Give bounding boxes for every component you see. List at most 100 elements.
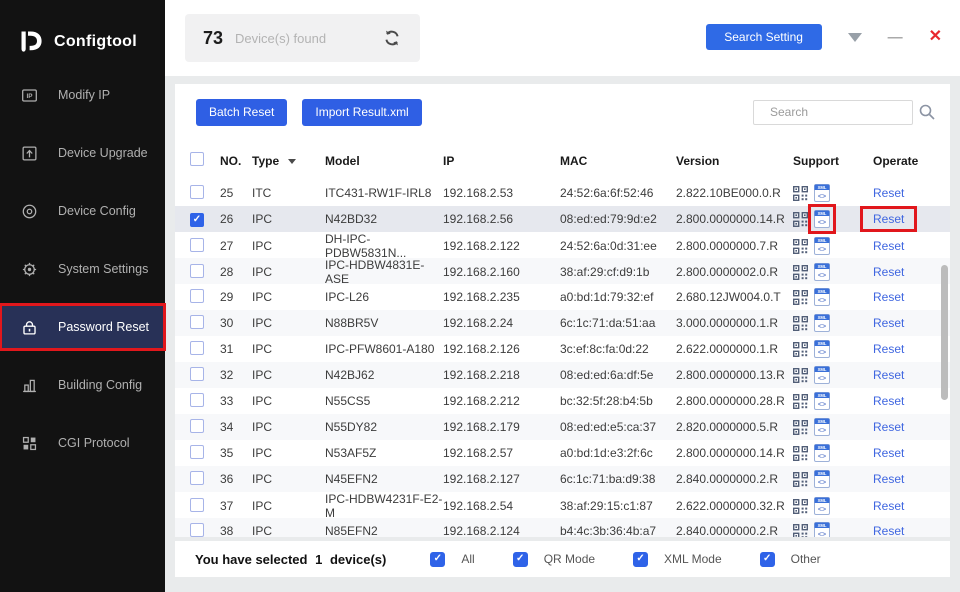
cell-no: 26 xyxy=(220,212,252,226)
qr-code-icon[interactable] xyxy=(793,265,808,280)
reset-link[interactable]: Reset xyxy=(863,365,914,385)
refresh-icon[interactable] xyxy=(382,28,402,48)
filter-checkbox-xml-mode[interactable] xyxy=(633,552,648,567)
minimize-icon[interactable]: — xyxy=(888,30,903,45)
filter-checkbox-all[interactable] xyxy=(430,552,445,567)
xml-file-icon[interactable]: XML<> xyxy=(814,470,830,488)
qr-code-icon[interactable] xyxy=(793,420,808,435)
row-checkbox[interactable] xyxy=(190,367,204,381)
cell-ip: 192.168.2.57 xyxy=(443,446,560,460)
sidebar-item-password-reset[interactable]: Password Reset xyxy=(0,304,165,350)
table-row: 37IPCIPC-HDBW4231F-E2-M192.168.2.5438:af… xyxy=(175,492,950,518)
row-checkbox[interactable] xyxy=(190,393,204,407)
cell-mac: 6c:1c:71:da:51:aa xyxy=(560,316,676,330)
sidebar-item-building-config[interactable]: Building Config xyxy=(0,362,165,408)
sidebar-item-label: Modify IP xyxy=(58,88,110,102)
row-checkbox[interactable] xyxy=(190,498,204,512)
qr-code-icon[interactable] xyxy=(793,446,808,461)
reset-link[interactable]: Reset xyxy=(863,209,914,229)
xml-file-icon[interactable]: XML<> xyxy=(814,366,830,384)
filter-checkbox-qr-mode[interactable] xyxy=(513,552,528,567)
reset-link[interactable]: Reset xyxy=(863,469,914,489)
svg-text:<>: <> xyxy=(818,247,826,254)
reset-link[interactable]: Reset xyxy=(863,417,914,437)
reset-link[interactable]: Reset xyxy=(863,236,914,256)
row-checkbox[interactable] xyxy=(190,471,204,485)
row-checkbox[interactable] xyxy=(190,445,204,459)
table-row: 26IPCN42BD32192.168.2.5608:ed:ed:79:9d:e… xyxy=(175,206,950,232)
reset-link[interactable]: Reset xyxy=(863,496,914,516)
reset-link[interactable]: Reset xyxy=(863,443,914,463)
xml-file-icon[interactable]: XML<> xyxy=(814,418,830,436)
cell-operate: Reset xyxy=(873,342,935,356)
xml-file-icon[interactable]: XML<> xyxy=(814,340,830,358)
table-header: NO. Type Model IP MAC Version Support Op… xyxy=(175,146,950,176)
row-checkbox[interactable] xyxy=(190,315,204,329)
reset-link[interactable]: Reset xyxy=(863,287,914,307)
cell-model: N55CS5 xyxy=(325,394,443,408)
qr-code-icon[interactable] xyxy=(793,239,808,254)
row-checkbox[interactable] xyxy=(190,213,204,227)
qr-code-icon[interactable] xyxy=(793,499,808,514)
row-checkbox[interactable] xyxy=(190,238,204,252)
xml-file-icon[interactable]: XML<> xyxy=(814,522,830,537)
reset-link[interactable]: Reset xyxy=(863,313,914,333)
reset-link[interactable]: Reset xyxy=(863,262,914,282)
row-checkbox[interactable] xyxy=(190,341,204,355)
select-all-checkbox[interactable] xyxy=(190,152,204,166)
sidebar-item-label: Building Config xyxy=(58,378,142,392)
sidebar-item-device-upgrade[interactable]: Device Upgrade xyxy=(0,130,165,176)
filter-checkbox-other[interactable] xyxy=(760,552,775,567)
row-checkbox[interactable] xyxy=(190,264,204,278)
reset-link[interactable]: Reset xyxy=(863,391,914,411)
close-icon[interactable]: ✕ xyxy=(929,29,942,45)
row-checkbox[interactable] xyxy=(190,289,204,303)
qr-code-icon[interactable] xyxy=(793,524,808,538)
cell-mac: b4:4c:3b:36:4b:a7 xyxy=(560,524,676,537)
batch-reset-button[interactable]: Batch Reset xyxy=(196,99,287,126)
reset-link[interactable]: Reset xyxy=(863,521,914,537)
xml-file-icon[interactable]: XML<> xyxy=(814,263,830,281)
sidebar-item-label: CGI Protocol xyxy=(58,436,130,450)
sidebar-item-system-settings[interactable]: System Settings xyxy=(0,246,165,292)
qr-code-icon[interactable] xyxy=(793,368,808,383)
sidebar-item-modify-ip[interactable]: IPModify IP xyxy=(0,72,165,118)
collapse-icon[interactable] xyxy=(848,33,862,42)
qr-code-icon[interactable] xyxy=(793,316,808,331)
cell-type: IPC xyxy=(252,265,325,279)
qr-code-icon[interactable] xyxy=(793,472,808,487)
chevron-down-icon[interactable] xyxy=(288,159,296,164)
col-no: NO. xyxy=(220,154,252,168)
row-checkbox[interactable] xyxy=(190,419,204,433)
search-setting-button[interactable]: Search Setting xyxy=(706,24,822,50)
sidebar-item-label: Device Config xyxy=(58,204,136,218)
cell-ip: 192.168.2.124 xyxy=(443,524,560,537)
col-type[interactable]: Type xyxy=(252,154,325,168)
qr-code-icon[interactable] xyxy=(793,342,808,357)
xml-file-icon[interactable]: XML<> xyxy=(814,237,830,255)
sidebar-item-cgi-protocol[interactable]: CGI Protocol xyxy=(0,420,165,466)
xml-file-icon[interactable]: XML<> xyxy=(814,184,830,202)
import-result-button[interactable]: Import Result.xml xyxy=(302,99,421,126)
qr-code-icon[interactable] xyxy=(793,290,808,305)
search-input[interactable] xyxy=(753,100,913,125)
qr-code-icon[interactable] xyxy=(793,394,808,409)
row-checkbox[interactable] xyxy=(190,523,204,537)
xml-file-icon[interactable]: XML<> xyxy=(814,497,830,515)
xml-file-icon[interactable]: XML<> xyxy=(814,210,830,228)
cell-support: XML<> xyxy=(793,470,873,488)
sidebar-item-device-config[interactable]: Device Config xyxy=(0,188,165,234)
qr-code-icon[interactable] xyxy=(793,186,808,201)
xml-file-icon[interactable]: XML<> xyxy=(814,288,830,306)
xml-file-icon[interactable]: XML<> xyxy=(814,444,830,462)
table-row: 25ITCITC431-RW1F-IRL8192.168.2.5324:52:6… xyxy=(175,180,950,206)
xml-file-icon[interactable]: XML<> xyxy=(814,392,830,410)
search-icon[interactable] xyxy=(918,103,936,121)
qr-code-icon[interactable] xyxy=(793,212,808,227)
xml-file-icon[interactable]: XML<> xyxy=(814,314,830,332)
topbar: 73 Device(s) found Search Setting — ✕ xyxy=(165,0,960,76)
reset-link[interactable]: Reset xyxy=(863,183,914,203)
table-scrollbar[interactable] xyxy=(941,265,948,400)
row-checkbox[interactable] xyxy=(190,185,204,199)
reset-link[interactable]: Reset xyxy=(863,339,914,359)
